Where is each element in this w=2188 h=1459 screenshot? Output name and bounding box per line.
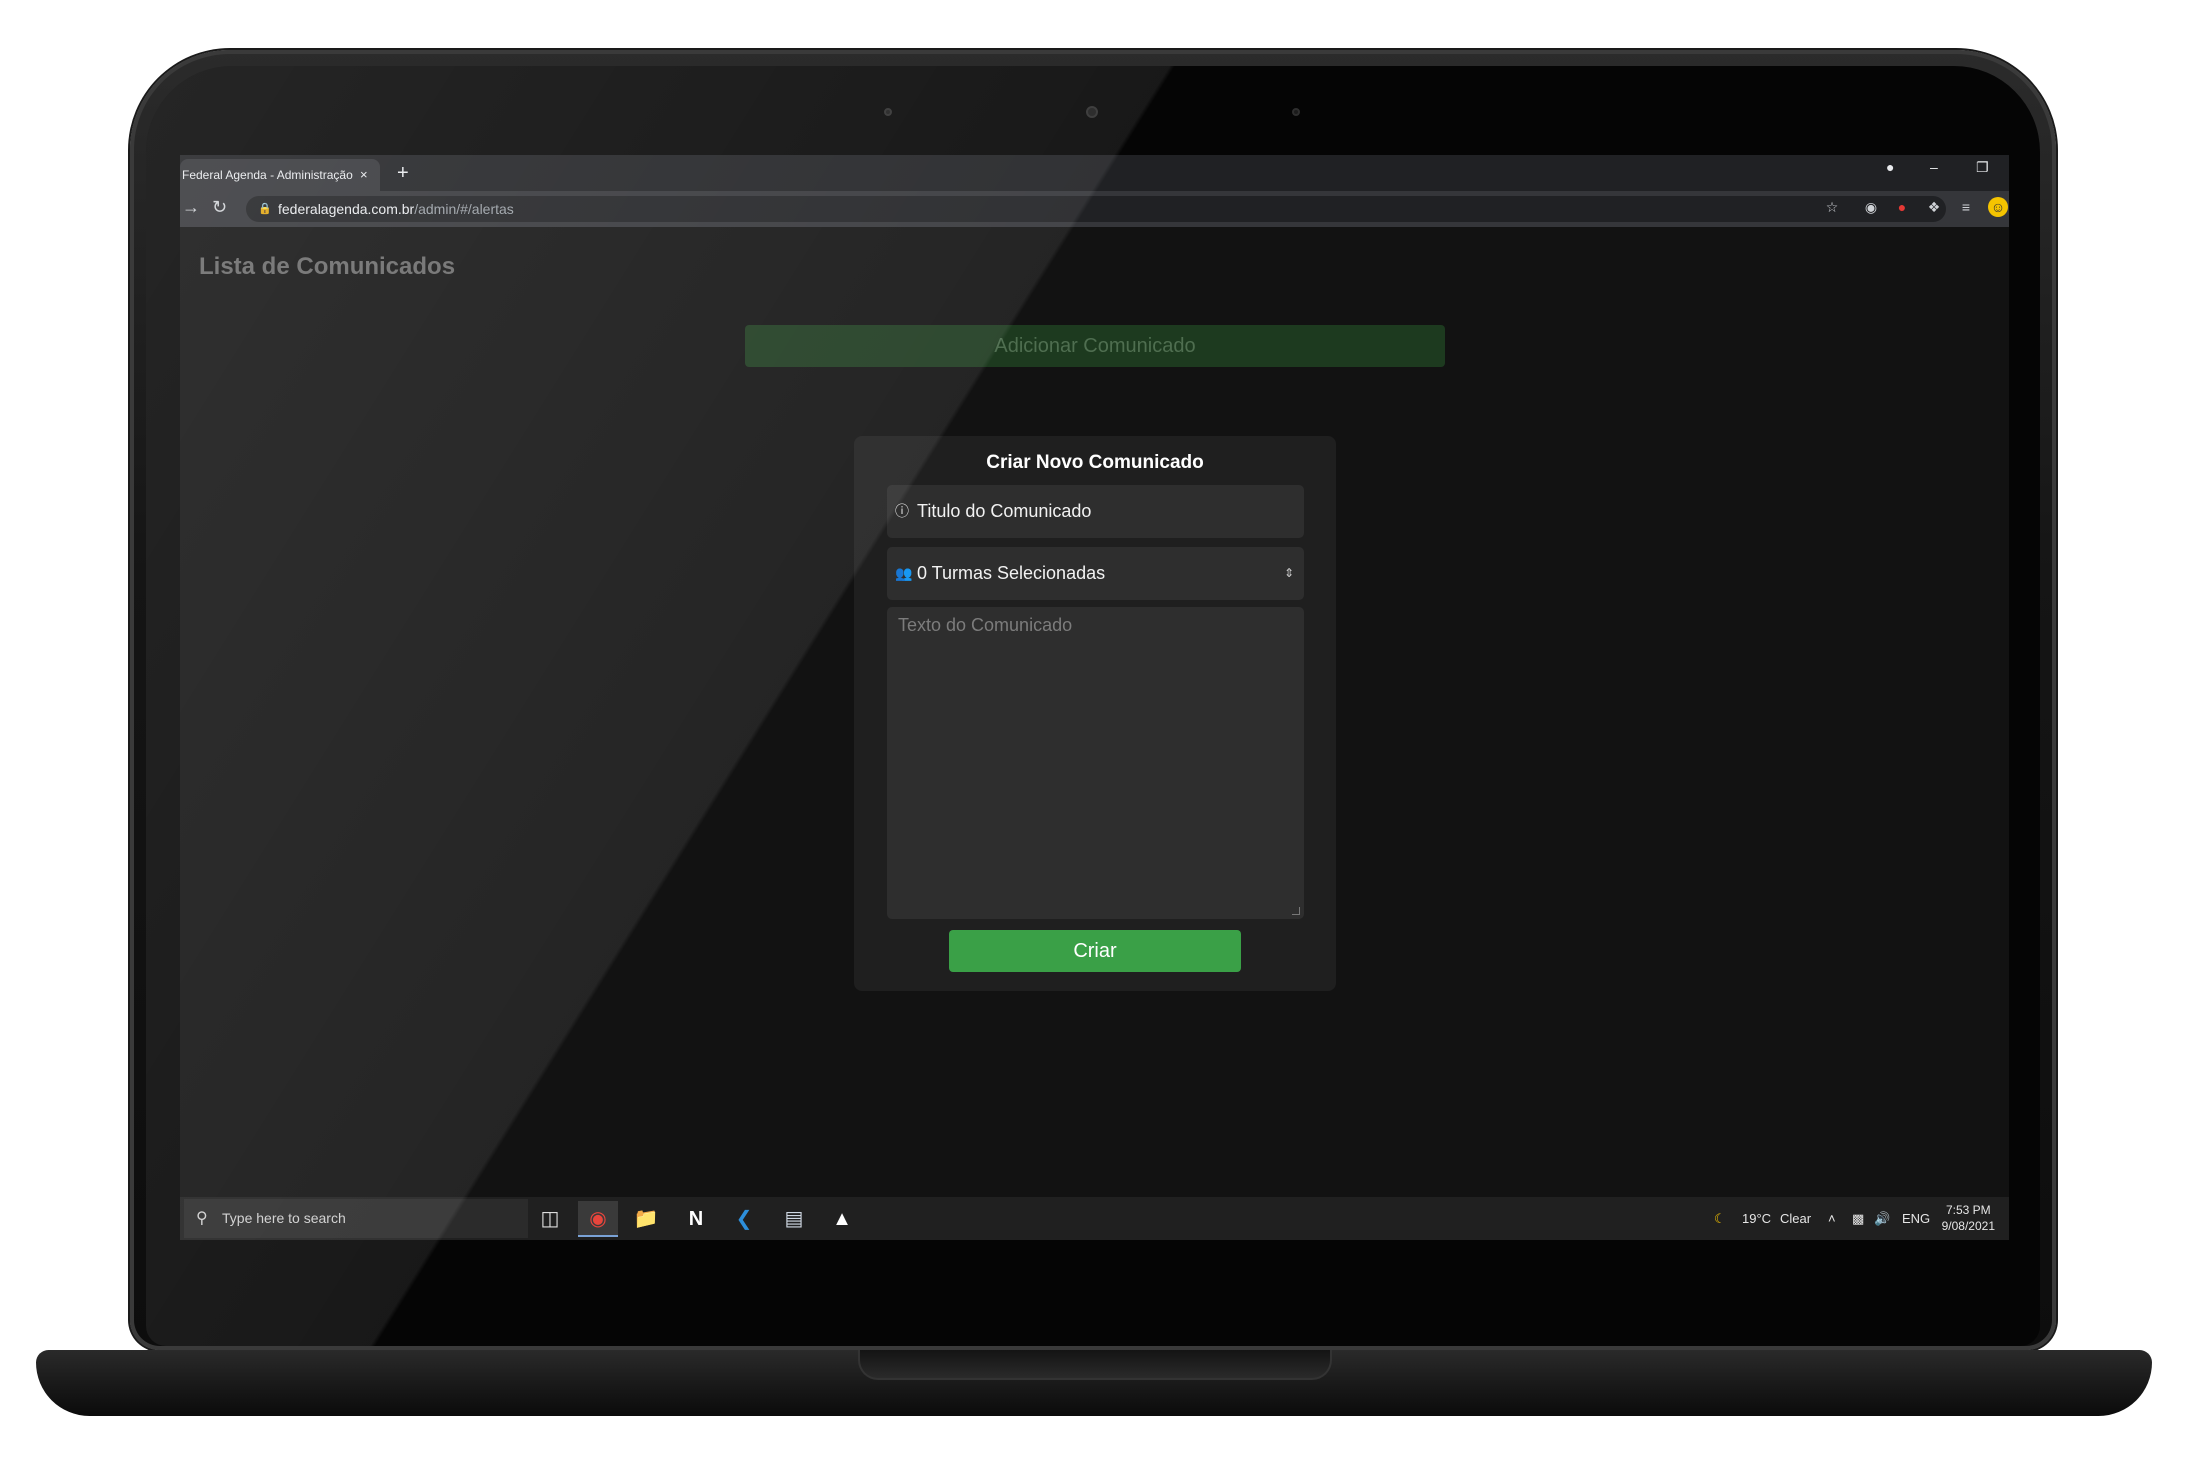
reload-icon[interactable]: ↻ <box>212 197 227 218</box>
titulo-input[interactable]: ⓘ Titulo do Comunicado <box>887 485 1304 538</box>
url-path: /admin/#/alertas <box>414 201 514 217</box>
sensor-left-icon <box>884 108 892 116</box>
resize-handle-icon[interactable] <box>1292 907 1300 915</box>
camera-icon <box>1086 106 1098 118</box>
tray-chevron-icon[interactable]: ˄ <box>1828 1197 1836 1240</box>
chrome-icon[interactable]: ◉ <box>578 1201 618 1237</box>
clock[interactable]: 7:53 PM 9/08/2021 <box>1942 1202 1995 1234</box>
turmas-select[interactable]: 👥 0 Turmas Selecionadas ⇕ <box>887 547 1304 600</box>
app-up-icon[interactable]: ▲ <box>822 1201 862 1237</box>
weather-desc[interactable]: Clear <box>1780 1197 1811 1240</box>
extension-red-icon[interactable]: ● <box>1892 197 1912 217</box>
windows-taskbar: ⚲ Type here to search ◫ ◉ 📁 N ❮ ▤ ▲ ☾ 19… <box>180 1197 2009 1240</box>
select-arrows-icon: ⇕ <box>1283 566 1294 580</box>
admin-page: Lista de Comunicados Adicionar Comunicad… <box>180 227 2009 1197</box>
task-view-icon[interactable]: ◫ <box>530 1201 570 1237</box>
criar-button[interactable]: Criar <box>949 930 1241 972</box>
info-icon: ⓘ <box>895 503 909 519</box>
restore-icon[interactable]: ❐ <box>1976 159 1989 176</box>
clock-date: 9/08/2021 <box>1941 1219 1995 1233</box>
users-icon: 👥 <box>895 565 913 581</box>
network-icon[interactable]: ▩ <box>1852 1197 1864 1240</box>
profile-menu-icon[interactable]: ● <box>1886 159 1894 175</box>
avatar[interactable]: ☺ <box>1988 197 2008 217</box>
sensor-right-icon <box>1292 108 1300 116</box>
minimize-icon[interactable]: – <box>1930 159 1938 175</box>
browser-tabbar: Federal Agenda - Administração × + ● – ❐ <box>180 155 2009 191</box>
bookmark-star-icon[interactable]: ☆ <box>1822 197 1842 217</box>
notion-icon[interactable]: N <box>676 1201 716 1237</box>
tab-title: Federal Agenda - Administração <box>182 168 353 182</box>
turmas-value: 0 Turmas Selecionadas <box>917 563 1106 583</box>
search-icon: ⚲ <box>196 1210 208 1227</box>
clock-time: 7:53 PM <box>1945 1203 1991 1217</box>
weather-icon[interactable]: ☾ <box>1714 1197 1726 1240</box>
search-placeholder: Type here to search <box>222 1210 346 1226</box>
language-indicator[interactable]: ENG <box>1902 1197 1930 1240</box>
file-explorer-icon[interactable]: 📁 <box>626 1201 666 1237</box>
extension-ring-icon[interactable]: ◉ <box>1861 197 1881 217</box>
vscode-icon[interactable]: ❮ <box>724 1201 764 1237</box>
taskbar-search-input[interactable]: ⚲ Type here to search <box>184 1199 528 1238</box>
extensions-puzzle-icon[interactable]: ❖ <box>1924 197 1944 217</box>
weather-temp[interactable]: 19°C <box>1742 1197 1771 1240</box>
browser-toolbar: → ↻ 🔒 federalagenda.com.br/admin/#/alert… <box>180 191 2009 227</box>
page-title: Lista de Comunicados <box>199 253 456 280</box>
add-comunicado-button[interactable]: Adicionar Comunicado <box>745 325 1445 367</box>
lock-icon: 🔒 <box>258 203 272 215</box>
laptop-hinge-notch <box>858 1350 1332 1380</box>
url-domain: federalagenda.com.br <box>278 201 415 217</box>
laptop-screen: Federal Agenda - Administração × + ● – ❐… <box>180 155 2009 1240</box>
new-tab-button[interactable]: + <box>397 161 409 185</box>
address-bar[interactable]: 🔒 federalagenda.com.br/admin/#/alertas <box>246 196 1946 222</box>
forward-icon[interactable]: → <box>182 197 200 218</box>
tab-close-icon[interactable]: × <box>360 159 368 191</box>
texto-textarea[interactable]: Texto do Comunicado <box>887 607 1304 919</box>
modal-title: Criar Novo Comunicado <box>986 452 1204 473</box>
volume-icon[interactable]: 🔊 <box>1874 1197 1890 1240</box>
texto-placeholder: Texto do Comunicado <box>898 615 1073 635</box>
create-comunicado-modal: Criar Novo Comunicado ⓘ Titulo do Comuni… <box>854 436 1336 991</box>
titulo-placeholder: Titulo do Comunicado <box>917 501 1092 521</box>
browser-tab[interactable]: Federal Agenda - Administração × <box>180 159 380 191</box>
app-window-icon[interactable]: ▤ <box>774 1201 814 1237</box>
media-queue-icon[interactable]: ≡ <box>1956 197 1976 217</box>
